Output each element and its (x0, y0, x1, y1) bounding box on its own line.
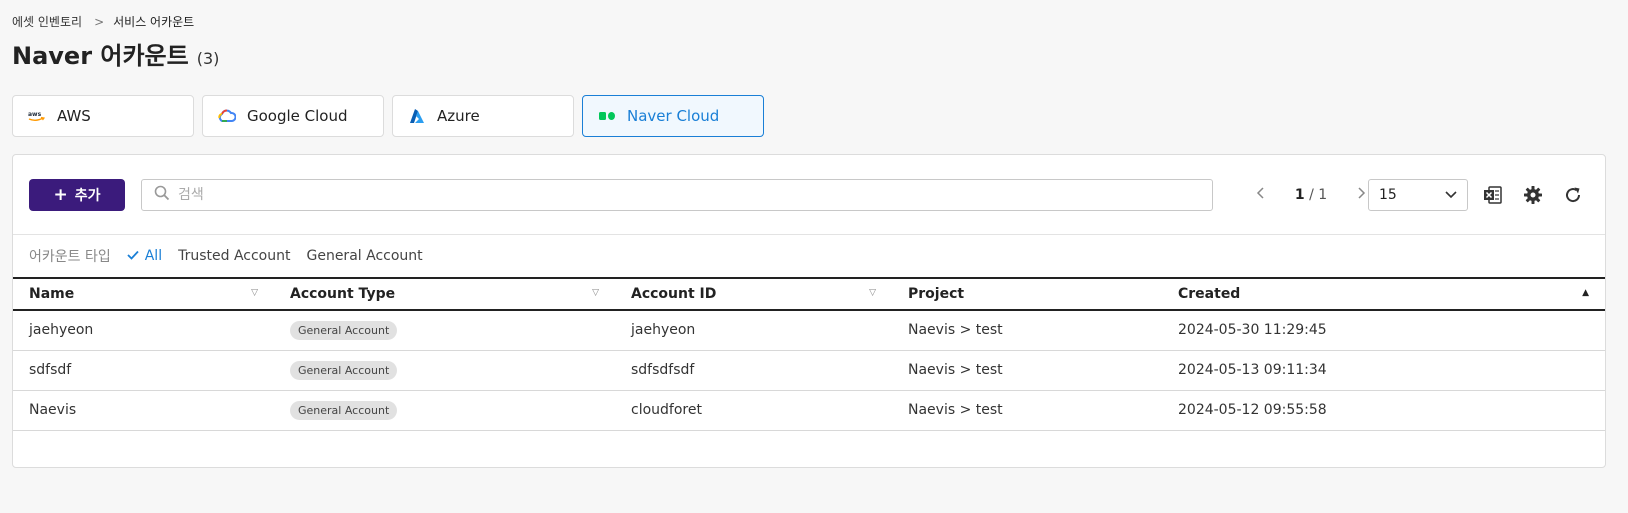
account-type-badge: General Account (290, 360, 398, 380)
aws-icon: aws (27, 106, 47, 126)
svg-text:aws: aws (28, 111, 42, 118)
cell-name: Naevis (13, 390, 274, 431)
table-row[interactable]: jaehyeon General Account jaehyeon Naevis… (13, 310, 1605, 351)
breadcrumb: 에셋 인벤토리 > 서비스 어카운트 (12, 13, 194, 30)
chevron-down-icon (1445, 187, 1457, 203)
filter-label: 어카운트 타입 (29, 249, 111, 265)
cell-project: Naevis > test (892, 350, 1162, 391)
excel-export-icon[interactable] (1481, 183, 1505, 207)
cell-name: jaehyeon (13, 310, 274, 351)
cell-account-type: General Account (274, 390, 615, 431)
account-panel: + 추가 1 / 1 15 (12, 154, 1606, 468)
search-icon (154, 185, 170, 205)
page-title-count: (3) (196, 49, 220, 68)
page-title-text: Naver 어카운트 (12, 42, 189, 70)
table-header-row: Name ▽ Account Type ▽ Account ID ▽ Proje… (13, 277, 1605, 311)
cell-account-type: General Account (274, 310, 615, 351)
page-current: 1 (1294, 187, 1305, 203)
table-row[interactable]: Naevis General Account cloudforet Naevis… (13, 390, 1605, 431)
cell-project: Naevis > test (892, 390, 1162, 431)
page-total: / 1 (1309, 187, 1328, 203)
filter-option-trusted[interactable]: Trusted Account (178, 248, 290, 264)
account-type-filter: 어카운트 타입 All Trusted Account General Acco… (13, 235, 1605, 277)
filter-option-label: All (144, 248, 163, 264)
account-type-badge: General Account (290, 400, 398, 420)
column-header-label: Project (908, 286, 965, 302)
page-size-value: 15 (1379, 187, 1397, 203)
naver-cloud-icon (597, 106, 617, 126)
column-header-label: Account ID (631, 286, 717, 302)
column-header-account-type[interactable]: Account Type ▽ (274, 277, 615, 311)
table-row[interactable]: sdfsdf General Account sdfsdfsdf Naevis … (13, 350, 1605, 391)
cell-created: 2024-05-12 09:55:58 (1162, 390, 1605, 431)
column-header-account-id[interactable]: Account ID ▽ (615, 277, 892, 311)
gear-icon[interactable] (1521, 183, 1545, 207)
cell-name: sdfsdf (13, 350, 274, 391)
column-header-created[interactable]: Created ▲ (1162, 277, 1605, 311)
search-box[interactable] (141, 179, 1213, 211)
cell-created: 2024-05-13 09:11:34 (1162, 350, 1605, 391)
cell-created: 2024-05-30 11:29:45 (1162, 310, 1605, 351)
provider-tabs: aws AWS Google Cloud Azure Naver Cloud (12, 95, 764, 137)
sort-ascending-icon[interactable]: ▲ (1582, 288, 1589, 298)
add-button[interactable]: + 추가 (29, 179, 125, 211)
provider-label-azure: Azure (437, 107, 480, 125)
breadcrumb-parent[interactable]: 에셋 인벤토리 (12, 13, 82, 30)
azure-icon (407, 106, 427, 126)
cell-account-type: General Account (274, 350, 615, 391)
provider-tab-google-cloud[interactable]: Google Cloud (202, 95, 384, 137)
search-input[interactable] (178, 181, 1212, 209)
page-title: Naver 어카운트 (3) (12, 36, 219, 71)
add-button-label: 추가 (74, 188, 101, 204)
provider-tab-aws[interactable]: aws AWS (12, 95, 194, 137)
cell-project: Naevis > test (892, 310, 1162, 351)
column-header-label: Created (1178, 286, 1241, 302)
provider-tab-azure[interactable]: Azure (392, 95, 574, 137)
provider-label-aws: AWS (57, 107, 91, 125)
filter-option-all[interactable]: All (127, 248, 162, 264)
breadcrumb-current: 서비스 어카운트 (113, 15, 195, 29)
provider-label-naver-cloud: Naver Cloud (627, 107, 720, 125)
pagination: 1 / 1 (1247, 179, 1375, 211)
sort-icon[interactable]: ▽ (592, 288, 599, 298)
plus-icon: + (53, 185, 68, 205)
column-header-name[interactable]: Name ▽ (13, 277, 274, 311)
cell-account-id: cloudforet (615, 390, 892, 431)
filter-option-general[interactable]: General Account (306, 248, 422, 264)
sort-icon[interactable]: ▽ (251, 288, 258, 298)
refresh-icon[interactable] (1561, 183, 1585, 207)
toolbar: + 추가 1 / 1 15 (13, 155, 1605, 235)
cell-account-id: sdfsdfsdf (615, 350, 892, 391)
account-type-badge: General Account (290, 320, 398, 340)
column-header-label: Name (29, 286, 75, 302)
page-indicator: 1 / 1 (1275, 187, 1347, 203)
provider-label-google-cloud: Google Cloud (247, 107, 348, 125)
page-size-select[interactable]: 15 (1368, 179, 1468, 211)
sort-icon[interactable]: ▽ (869, 288, 876, 298)
cell-account-id: jaehyeon (615, 310, 892, 351)
prev-page-icon[interactable] (1247, 187, 1275, 203)
column-header-label: Account Type (290, 286, 396, 302)
google-cloud-icon (217, 106, 237, 126)
provider-tab-naver-cloud[interactable]: Naver Cloud (582, 95, 764, 137)
breadcrumb-separator: > (94, 14, 105, 29)
accounts-table: Name ▽ Account Type ▽ Account ID ▽ Proje… (13, 277, 1605, 431)
check-icon (127, 248, 139, 264)
column-header-project[interactable]: Project (892, 277, 1162, 311)
